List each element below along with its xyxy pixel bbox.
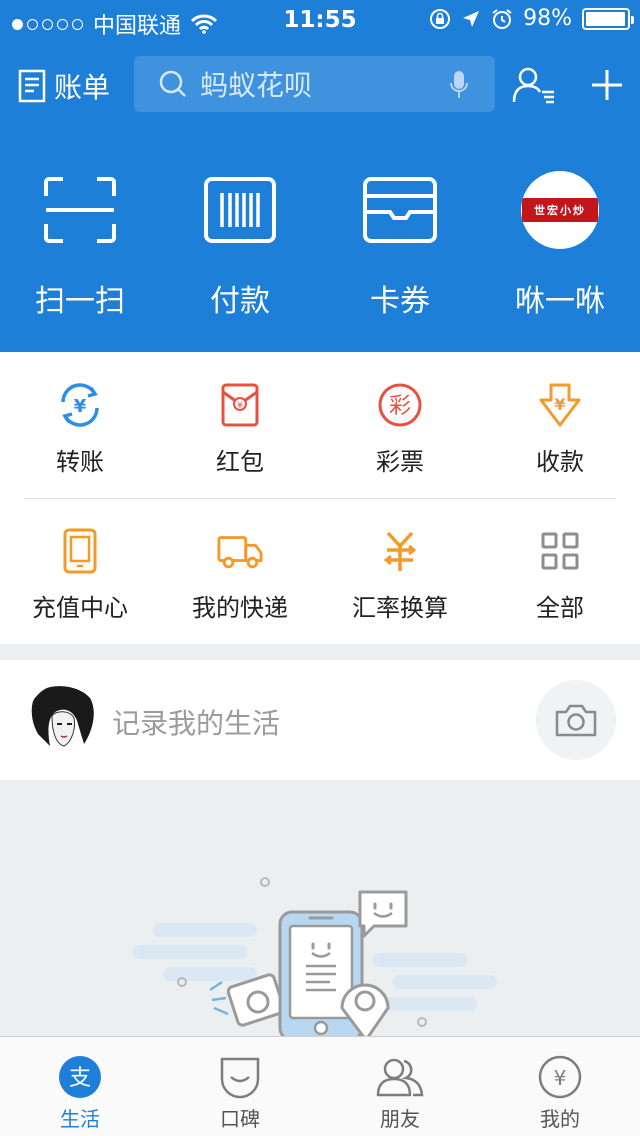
lottery-button[interactable]: 彩 彩票 bbox=[320, 352, 480, 498]
camera-button[interactable] bbox=[536, 680, 616, 760]
koubei-icon bbox=[220, 1057, 260, 1099]
exchange-rate-label: 汇率换算 bbox=[352, 594, 448, 622]
svg-text:¥: ¥ bbox=[554, 395, 565, 414]
alarm-icon bbox=[492, 8, 512, 29]
search-icon bbox=[159, 70, 186, 97]
phone-recharge-label: 充值中心 bbox=[32, 594, 128, 622]
pay-label: 付款 bbox=[210, 284, 270, 319]
red-envelope-label: 红包 bbox=[216, 448, 264, 476]
tab-life[interactable]: 支 生活 bbox=[0, 1037, 160, 1136]
phone-recharge-button[interactable]: 充值中心 bbox=[0, 498, 160, 644]
search-input[interactable]: 蚂蚁花呗 bbox=[134, 56, 495, 112]
avatar[interactable] bbox=[28, 684, 98, 754]
nav-bar: 账单 蚂蚁花呗 bbox=[0, 56, 640, 112]
scan-button[interactable]: 扫一扫 bbox=[0, 170, 160, 330]
bill-icon bbox=[18, 69, 46, 103]
svg-text:¥: ¥ bbox=[554, 1066, 567, 1090]
wallet-icon bbox=[363, 177, 437, 243]
transfer-label: 转账 bbox=[56, 448, 104, 476]
grid-all-icon bbox=[541, 532, 579, 570]
exchange-rate-button[interactable]: 汇率换算 bbox=[320, 498, 480, 644]
scan-label: 扫一扫 bbox=[35, 284, 125, 319]
battery-percent: 98% bbox=[523, 6, 572, 31]
services-grid: ¥ 转账 ¥ 红包 彩 彩票 ¥ 收款 充值中心 我的快递 汇率换算 全部 bbox=[0, 352, 640, 644]
tab-mine-label: 我的 bbox=[540, 1107, 580, 1131]
receive-money-label: 收款 bbox=[536, 448, 584, 476]
truck-icon bbox=[217, 536, 263, 569]
xiu-button[interactable]: 世宏小炒 咻一咻 bbox=[480, 170, 640, 330]
search-placeholder: 蚂蚁花呗 bbox=[200, 69, 313, 102]
svg-text:¥: ¥ bbox=[74, 396, 87, 417]
tab-koubei[interactable]: 口碑 bbox=[160, 1037, 320, 1136]
receive-money-button[interactable]: ¥ 收款 bbox=[480, 352, 640, 498]
receive-money-icon: ¥ bbox=[539, 383, 581, 427]
barcode-icon bbox=[204, 177, 276, 243]
quick-actions: 扫一扫 付款 卡券 世宏小炒 咻一咻 bbox=[0, 170, 640, 330]
header-area: 中国联通 11:55 98% 账单 蚂蚁花呗 扫一扫 付款 卡券 世宏小炒 咻一… bbox=[0, 0, 640, 352]
tab-bar: 支 生活 口碑 朋友 ¥ 我的 bbox=[0, 1036, 640, 1136]
xiu-label: 咻一咻 bbox=[515, 284, 605, 319]
microphone-icon[interactable] bbox=[449, 70, 469, 100]
red-envelope-icon: ¥ bbox=[221, 383, 259, 427]
red-envelope-button[interactable]: ¥ 红包 bbox=[160, 352, 320, 498]
bill-button[interactable]: 账单 bbox=[18, 66, 110, 106]
all-services-label: 全部 bbox=[536, 594, 584, 622]
svg-text:支: 支 bbox=[69, 1066, 91, 1091]
phone-recharge-icon bbox=[63, 528, 97, 574]
yuan-icon: ¥ bbox=[538, 1055, 582, 1099]
rotation-lock-icon bbox=[430, 8, 451, 29]
friends-icon bbox=[376, 1058, 424, 1097]
empty-state-illustration bbox=[133, 877, 497, 1040]
express-label: 我的快递 bbox=[192, 594, 288, 622]
camera-icon bbox=[555, 704, 597, 737]
express-button[interactable]: 我的快递 bbox=[160, 498, 320, 644]
tab-koubei-label: 口碑 bbox=[220, 1107, 260, 1131]
life-post-placeholder: 记录我的生活 bbox=[112, 707, 281, 740]
alipay-icon: 支 bbox=[59, 1056, 101, 1098]
bill-label: 账单 bbox=[54, 71, 111, 104]
coupons-button[interactable]: 卡券 bbox=[320, 170, 480, 330]
exchange-rate-icon bbox=[383, 531, 417, 571]
transfer-button[interactable]: ¥ 转账 bbox=[0, 352, 160, 498]
add-icon[interactable] bbox=[590, 68, 624, 102]
battery-icon bbox=[582, 7, 634, 30]
pay-button[interactable]: 付款 bbox=[160, 170, 320, 330]
tab-mine[interactable]: ¥ 我的 bbox=[480, 1037, 640, 1136]
location-arrow-icon bbox=[463, 10, 480, 27]
brand-logo: 世宏小炒 bbox=[521, 171, 599, 249]
contacts-icon[interactable] bbox=[512, 66, 556, 104]
life-post-bar[interactable]: 记录我的生活 bbox=[0, 660, 640, 780]
scan-icon bbox=[44, 177, 116, 243]
tab-life-label: 生活 bbox=[60, 1107, 100, 1131]
coupons-label: 卡券 bbox=[370, 284, 430, 319]
svg-text:¥: ¥ bbox=[237, 401, 243, 411]
lottery-icon: 彩 bbox=[378, 383, 422, 427]
tab-friends-label: 朋友 bbox=[380, 1107, 420, 1131]
all-services-button[interactable]: 全部 bbox=[480, 498, 640, 644]
svg-text:彩: 彩 bbox=[389, 394, 411, 419]
transfer-icon: ¥ bbox=[61, 383, 99, 427]
status-bar: 中国联通 11:55 98% bbox=[0, 0, 640, 40]
tab-friends[interactable]: 朋友 bbox=[320, 1037, 480, 1136]
lottery-label: 彩票 bbox=[376, 448, 424, 476]
